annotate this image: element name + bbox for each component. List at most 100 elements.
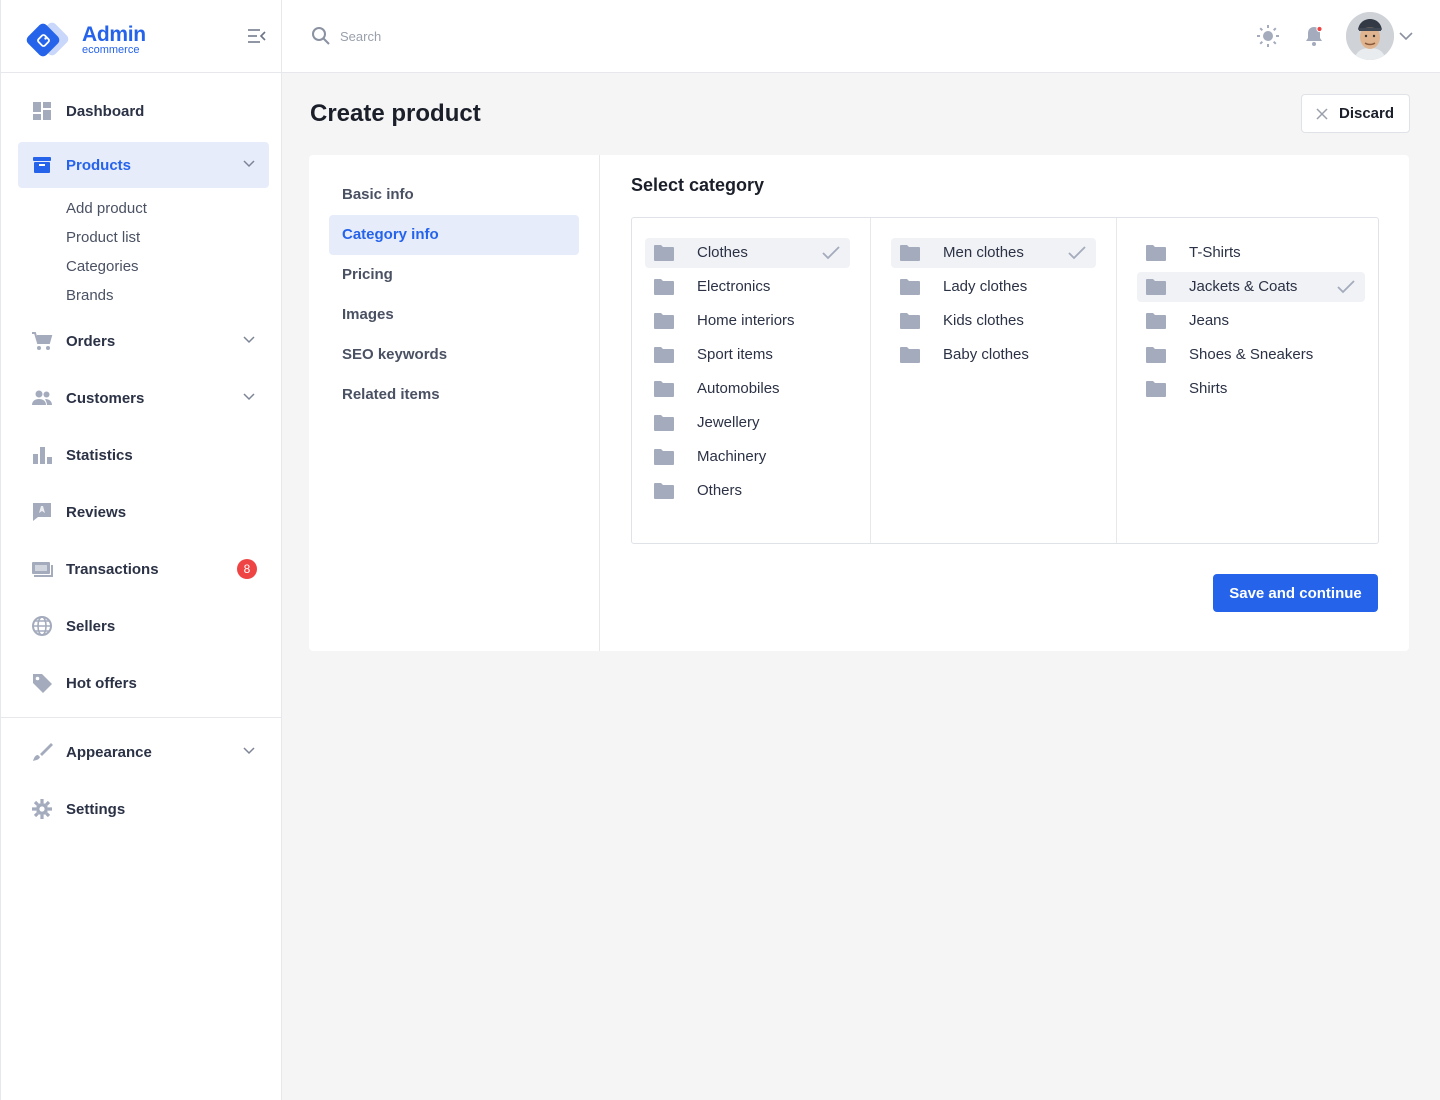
folder-icon: [900, 245, 920, 261]
check-icon: [1068, 246, 1086, 260]
sidebar-item-appearance[interactable]: Appearance: [18, 729, 269, 775]
subnav-categories[interactable]: Categories: [66, 258, 139, 275]
dashboard-icon: [33, 102, 51, 120]
category-item[interactable]: Shirts: [1137, 374, 1365, 404]
category-item[interactable]: Automobiles: [645, 374, 850, 404]
folder-icon: [654, 381, 674, 397]
category-label: Machinery: [697, 448, 767, 465]
step-label: Pricing: [342, 266, 393, 283]
sidebar-item-customers[interactable]: Customers: [18, 375, 269, 421]
brand: Admin ecommerce: [1, 0, 281, 73]
sidebar: Admin ecommerce Dashboard Products Add p…: [0, 0, 282, 1100]
close-icon: [1316, 108, 1328, 120]
category-label: Lady clothes: [943, 278, 1028, 295]
folder-icon: [654, 483, 674, 499]
chevron-down-icon: [243, 336, 255, 344]
category-label: Others: [697, 482, 743, 499]
sidebar-item-reviews[interactable]: Reviews: [18, 489, 269, 535]
sidebar-item-dashboard[interactable]: Dashboard: [18, 88, 269, 134]
step-label: SEO keywords: [342, 346, 448, 363]
folder-icon: [900, 347, 920, 363]
category-item[interactable]: Kids clothes: [891, 306, 1096, 336]
sidebar-item-transactions[interactable]: Transactions 8: [18, 546, 269, 592]
notification-badge: 8: [237, 559, 257, 579]
category-item[interactable]: Jewellery: [645, 408, 850, 438]
step-label: Related items: [342, 386, 440, 403]
globe-icon: [32, 616, 52, 636]
step-category-info[interactable]: Category info: [329, 215, 579, 255]
sidebar-item-orders[interactable]: Orders: [18, 318, 269, 364]
brand-subtitle: ecommerce: [82, 44, 140, 56]
category-item[interactable]: Clothes: [645, 238, 850, 268]
step-label: Basic info: [342, 186, 414, 203]
sidebar-item-label: Hot offers: [66, 674, 137, 692]
sidebar-item-products[interactable]: Products: [18, 142, 269, 188]
step-images[interactable]: Images: [329, 295, 579, 335]
discard-label: Discard: [1339, 105, 1395, 122]
bar-chart-icon: [33, 447, 52, 464]
subnav-product-list[interactable]: Product list: [66, 229, 140, 246]
category-column-2: Men clothes Lady clothes Kids clothes Baby …: [870, 218, 1116, 543]
category-item[interactable]: Baby clothes: [891, 340, 1096, 370]
avatar[interactable]: [1346, 12, 1394, 60]
category-item[interactable]: Home interiors: [645, 306, 850, 336]
sidebar-item-statistics[interactable]: Statistics: [18, 432, 269, 478]
sidebar-item-label: Appearance: [66, 743, 152, 761]
category-item[interactable]: Sport items: [645, 340, 850, 370]
category-label: Home interiors: [697, 312, 795, 329]
sidebar-item-label: Settings: [66, 800, 126, 818]
archive-box-icon: [33, 157, 51, 173]
category-item[interactable]: Lady clothes: [891, 272, 1096, 302]
cart-icon: [32, 332, 53, 350]
category-item[interactable]: T-Shirts: [1137, 238, 1365, 268]
sidebar-item-label: Orders: [66, 332, 116, 350]
sidebar-item-hot-offers[interactable]: Hot offers: [18, 660, 269, 706]
check-icon: [1337, 280, 1355, 294]
chevron-down-icon[interactable]: [1399, 31, 1413, 41]
category-label: Men clothes: [943, 244, 1024, 261]
subnav-brands[interactable]: Brands: [66, 287, 114, 304]
sidebar-item-sellers[interactable]: Sellers: [18, 603, 269, 649]
category-item[interactable]: Others: [645, 476, 850, 506]
sidebar-item-label: Products: [66, 156, 132, 174]
steps-nav: Basic info Category info Pricing Images …: [309, 155, 600, 651]
discard-button[interactable]: Discard: [1301, 94, 1410, 133]
category-label: Jackets & Coats: [1189, 278, 1298, 295]
folder-icon: [1146, 313, 1166, 329]
search-icon: [312, 27, 330, 45]
category-label: Shoes & Sneakers: [1189, 346, 1314, 363]
folder-icon: [1146, 347, 1166, 363]
brush-icon: [33, 743, 53, 761]
folder-icon: [1146, 279, 1166, 295]
step-seo-keywords[interactable]: SEO keywords: [329, 335, 579, 375]
category-item[interactable]: Jackets & Coats: [1137, 272, 1365, 302]
category-item[interactable]: Machinery: [645, 442, 850, 472]
step-label: Category info: [342, 226, 439, 243]
folder-icon: [654, 245, 674, 261]
chevron-down-icon: [243, 393, 255, 401]
category-item[interactable]: Men clothes: [891, 238, 1096, 268]
step-basic-info[interactable]: Basic info: [329, 175, 579, 215]
category-item[interactable]: Jeans: [1137, 306, 1365, 336]
folder-icon: [900, 313, 920, 329]
bell-icon[interactable]: [1303, 25, 1325, 47]
category-label: Kids clothes: [943, 312, 1024, 329]
category-column-1: Clothes Electronics Home interiors Sport it…: [632, 218, 870, 543]
sun-icon[interactable]: [1256, 24, 1280, 48]
folder-icon: [1146, 381, 1166, 397]
sidebar-item-settings[interactable]: Settings: [18, 786, 269, 832]
save-and-continue-button[interactable]: Save and continue: [1213, 574, 1378, 612]
category-item[interactable]: Shoes & Sneakers: [1137, 340, 1365, 370]
step-label: Images: [342, 306, 394, 323]
folder-icon: [654, 415, 674, 431]
collapse-sidebar-icon[interactable]: [247, 28, 267, 44]
category-label: Automobiles: [697, 380, 780, 397]
search-input[interactable]: [340, 24, 840, 48]
step-related-items[interactable]: Related items: [329, 375, 579, 415]
category-label: T-Shirts: [1189, 244, 1241, 261]
step-pricing[interactable]: Pricing: [329, 255, 579, 295]
category-label: Sport items: [697, 346, 773, 363]
logo-icon: [26, 22, 69, 57]
category-item[interactable]: Electronics: [645, 272, 850, 302]
subnav-add-product[interactable]: Add product: [66, 200, 147, 217]
